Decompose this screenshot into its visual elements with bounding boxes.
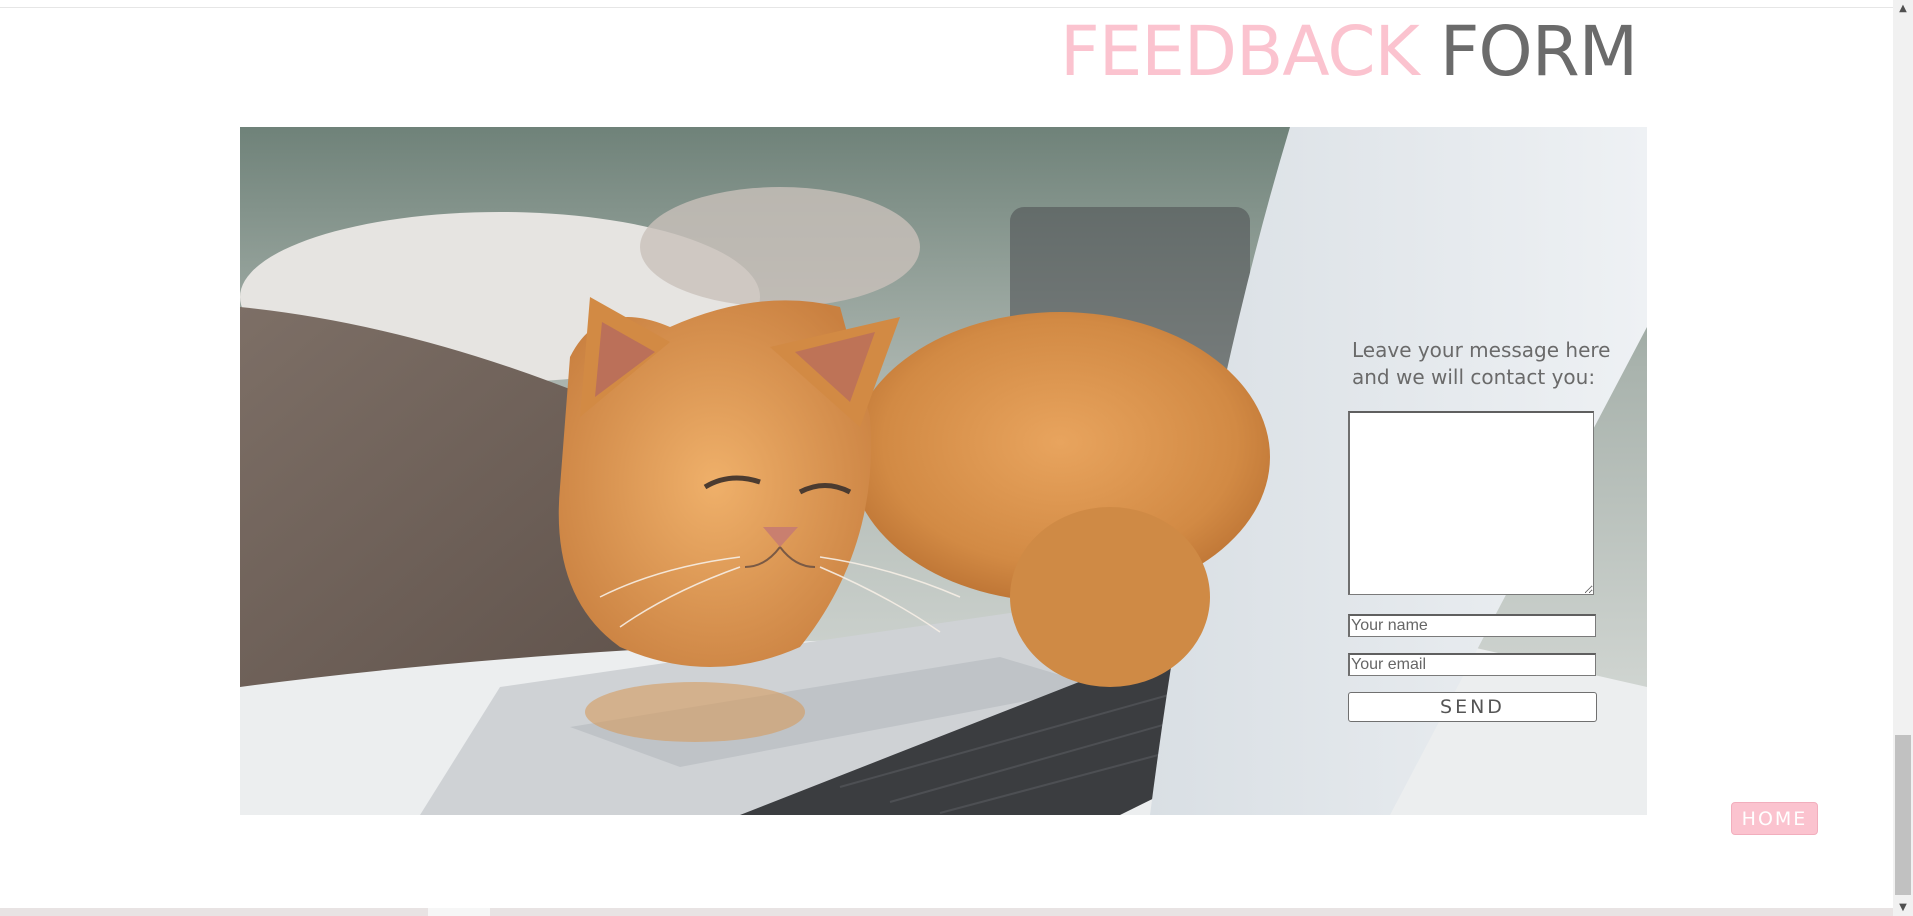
title-form: FORM	[1439, 12, 1638, 92]
page-title: FEEDBACK FORM	[1060, 12, 1638, 92]
home-button[interactable]: HOME	[1731, 802, 1818, 835]
message-textarea[interactable]	[1348, 411, 1594, 595]
top-border	[0, 0, 1893, 8]
chevron-down-icon[interactable]: ▼	[1893, 899, 1913, 916]
form-intro-text: Leave your message here and we will cont…	[1352, 338, 1611, 389]
vertical-scrollbar[interactable]: ▲ ▼	[1893, 0, 1913, 916]
horizontal-scrollbar[interactable]	[0, 908, 1893, 916]
scrollbar-thumb[interactable]	[1895, 735, 1911, 895]
send-button[interactable]: SEND	[1348, 692, 1597, 722]
chevron-up-icon[interactable]: ▲	[1893, 0, 1913, 17]
title-feedback: FEEDBACK	[1060, 12, 1420, 92]
horizontal-scrollbar-thumb[interactable]	[428, 908, 490, 916]
email-input[interactable]	[1348, 653, 1596, 676]
name-input[interactable]	[1348, 614, 1596, 637]
